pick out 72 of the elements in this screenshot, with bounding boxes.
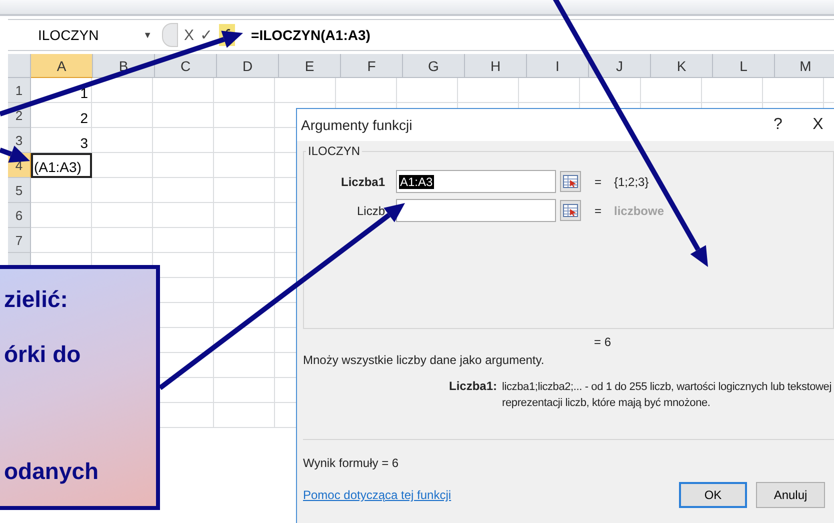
table-cell [153, 153, 214, 178]
cancel-button[interactable]: X [184, 26, 194, 44]
argument-label: Liczba1 [340, 174, 386, 188]
cancel-button[interactable]: Anuluj [756, 482, 825, 508]
argument-help-label: Liczba1: [449, 379, 498, 395]
column-header[interactable]: F [341, 54, 403, 78]
row-header[interactable]: 5 [8, 178, 31, 203]
equals-sign: = [593, 204, 602, 218]
column-header[interactable]: L [713, 54, 775, 78]
dialog-title: Argumenty funkcji [301, 117, 414, 133]
callout-text: órki do [4, 340, 82, 368]
table-cell [153, 103, 214, 128]
help-link[interactable]: Pomoc dotycząca tej funkcji [303, 488, 679, 502]
column-header[interactable]: I [527, 54, 589, 78]
column-header[interactable]: M [775, 54, 834, 78]
table-cell [92, 128, 153, 153]
formula-text[interactable]: =ILOCZYN(A1:A3) [251, 27, 370, 43]
table-cell [92, 103, 153, 128]
argument-label: Liczb [356, 204, 386, 218]
table-cell [214, 278, 275, 303]
column-header[interactable]: E [279, 54, 341, 78]
table-cell [214, 78, 275, 103]
table-cell [153, 228, 214, 253]
table-cell [153, 203, 214, 228]
row-header[interactable]: 7 [8, 228, 31, 253]
argument-result: {1;2;3} [614, 174, 650, 188]
table-cell: 1 [31, 78, 92, 103]
column-header[interactable]: A [31, 54, 93, 78]
table-cell [275, 78, 336, 103]
callout-text: zielić: [4, 285, 69, 313]
table-cell: 3 [31, 128, 92, 153]
table-cell [214, 103, 275, 128]
column-header[interactable]: H [465, 54, 527, 78]
argument-result: liczbowe [614, 204, 666, 218]
result-preview: = 6 [594, 335, 612, 349]
argument-input[interactable]: A1:A3 [396, 170, 556, 193]
table-cell [153, 178, 214, 203]
close-button[interactable]: X [800, 115, 834, 135]
column-header[interactable]: D [217, 54, 279, 78]
column-header[interactable]: C [155, 54, 217, 78]
table-cell [153, 78, 214, 103]
argument-help-text: liczba1;liczba2;... - od 1 do 255 liczb, wartości logicznych lub tekstowej reprezentacji liczb, które mają być mnożone. [502, 380, 832, 411]
callout-text: odanych [4, 457, 100, 485]
name-box[interactable]: ILOCZYN ▼ [8, 27, 156, 43]
ok-button[interactable]: OK [679, 482, 747, 508]
arrow [0, 146, 30, 163]
formula-result: Wynik formuły = 6 [303, 456, 399, 470]
table-cell: 2 [31, 103, 92, 128]
collapse-dialog-button[interactable] [560, 171, 581, 192]
equals-sign: = [593, 174, 602, 188]
collapse-dialog-button[interactable] [560, 200, 581, 221]
table-cell [153, 128, 214, 153]
table-cell: (A1:A3) [31, 153, 92, 178]
row-header[interactable]: 3 [8, 128, 31, 153]
table-cell [31, 203, 92, 228]
separator-knob [162, 23, 178, 47]
table-cell [92, 153, 153, 178]
row-header[interactable]: 6 [8, 203, 31, 228]
group-label: ILOCZYN [306, 144, 362, 158]
table-cell [31, 178, 92, 203]
table-cell [92, 78, 153, 103]
table-cell [92, 203, 153, 228]
enter-button[interactable]: ✓ [200, 26, 214, 44]
column-header[interactable]: J [589, 54, 651, 78]
argument-input[interactable] [396, 199, 556, 222]
function-description: Mnoży wszystkie liczby dane jako argumenty. [303, 353, 544, 367]
caret-icon: ▼ [143, 30, 152, 40]
row-header[interactable]: 1 [8, 78, 31, 103]
column-header[interactable]: K [651, 54, 713, 78]
help-button[interactable]: ? [760, 115, 796, 135]
table-cell [92, 178, 153, 203]
column-header[interactable]: G [403, 54, 465, 78]
